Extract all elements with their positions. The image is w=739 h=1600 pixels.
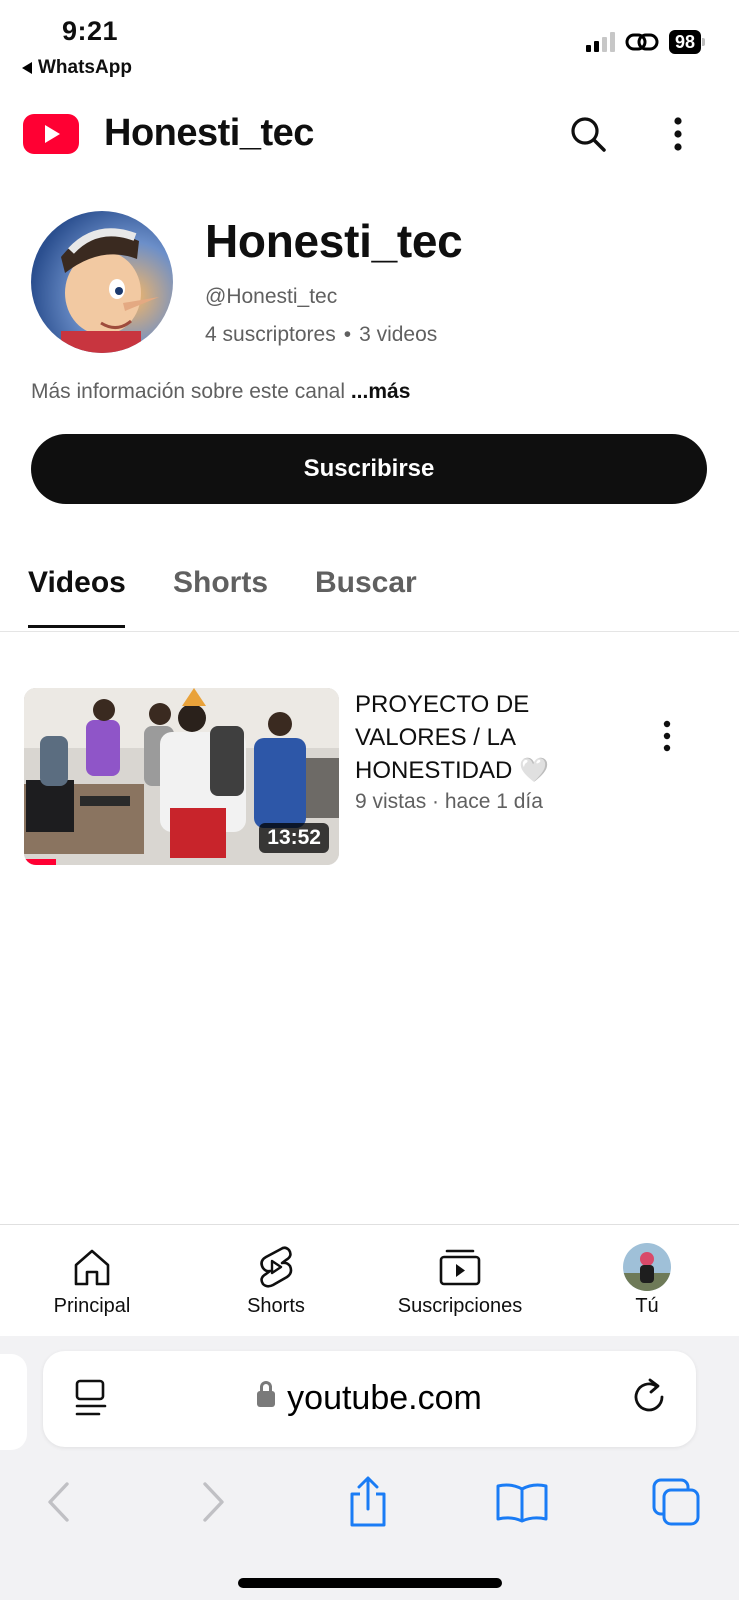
nav-you[interactable]: Tú [555, 1243, 739, 1318]
channel-avatar[interactable] [31, 211, 173, 353]
forward-button[interactable] [184, 1474, 244, 1530]
status-time: 9:21 [62, 16, 119, 46]
previous-tab-peek[interactable] [0, 1354, 27, 1450]
status-indicators: 98 [585, 30, 705, 54]
search-icon [571, 117, 606, 152]
address-bar[interactable]: youtube.com [43, 1351, 696, 1447]
bottom-navigation: Principal Shorts Suscripciones Tú [0, 1224, 739, 1336]
home-indicator [238, 1578, 502, 1588]
video-more-options-button[interactable] [652, 716, 682, 756]
nav-shorts-label: Shorts [247, 1295, 305, 1317]
subscriber-count: 4 suscriptores [205, 323, 336, 346]
video-duration: 13:52 [259, 823, 329, 853]
more-options-button[interactable] [656, 112, 700, 156]
youtube-logo-icon[interactable] [23, 114, 79, 154]
video-list-item[interactable]: 13:52 PROYECTO DE VALORES / LA HONESTIDA… [0, 688, 739, 868]
video-title[interactable]: PROYECTO DE VALORES / LA HONESTIDAD 🤍 [355, 688, 625, 787]
back-to-app-link[interactable]: WhatsApp [22, 57, 132, 79]
channel-name: Honesti_tec [205, 215, 463, 267]
lock-icon [257, 1381, 276, 1407]
bookmarks-button[interactable] [492, 1474, 552, 1530]
back-button[interactable] [28, 1474, 88, 1530]
share-button[interactable] [338, 1474, 398, 1530]
battery-level: 98 [668, 30, 701, 54]
more-link[interactable]: ...más [351, 380, 411, 403]
channel-handle: @Honesti_tec [205, 285, 338, 308]
battery-icon: 98 [668, 30, 705, 54]
video-count: 3 videos [359, 323, 438, 346]
header-title: Honesti_tec [104, 112, 314, 154]
tabs-icon [652, 1478, 700, 1526]
more-vert-icon [663, 720, 671, 752]
video-thumbnail[interactable]: 13:52 [24, 688, 339, 865]
channel-description[interactable]: Más información sobre este canal ...más [31, 380, 410, 404]
shorts-icon [260, 1246, 293, 1288]
browser-toolbar [0, 1454, 739, 1544]
reload-button[interactable] [630, 1377, 670, 1424]
stats-separator: • [343, 323, 352, 346]
video-meta: 9 vistas · hace 1 día [355, 790, 543, 813]
signal-icon [585, 32, 615, 52]
active-tab-indicator [28, 625, 125, 628]
chevron-right-icon [203, 1482, 224, 1522]
watch-progress-bar [24, 859, 56, 865]
nav-home-label: Principal [53, 1295, 131, 1317]
chevron-left-icon [48, 1482, 69, 1522]
back-app-label: WhatsApp [38, 57, 132, 78]
reload-icon [634, 1378, 664, 1412]
share-icon [350, 1476, 386, 1527]
personal-hotspot-icon [625, 33, 659, 51]
search-button[interactable] [566, 112, 610, 156]
subscribe-button[interactable]: Suscribirse [31, 434, 707, 504]
nav-home[interactable]: Principal [0, 1245, 184, 1318]
back-triangle-icon [22, 62, 32, 74]
avatar [623, 1243, 671, 1291]
home-icon [74, 1249, 110, 1286]
tabs-button[interactable] [646, 1474, 706, 1530]
app-header: Honesti_tec [0, 108, 739, 164]
url-display[interactable]: youtube.com [43, 1379, 696, 1418]
book-icon [496, 1483, 548, 1523]
channel-stats: 4 suscriptores • 3 videos [205, 323, 437, 347]
channel-tabs: Videos Shorts Buscar [0, 556, 739, 632]
more-vert-icon [674, 117, 682, 151]
nav-subscriptions-label: Suscripciones [397, 1295, 523, 1317]
tab-videos[interactable]: Videos [28, 566, 126, 600]
description-text: Más información sobre este canal [31, 380, 345, 403]
nav-shorts[interactable]: Shorts [184, 1245, 368, 1318]
nav-subscriptions[interactable]: Suscripciones [368, 1245, 552, 1318]
browser-chrome: youtube.com [0, 1336, 739, 1600]
tab-shorts[interactable]: Shorts [173, 566, 268, 600]
subscriptions-icon [439, 1249, 481, 1286]
url-text: youtube.com [287, 1379, 482, 1417]
nav-you-label: Tú [635, 1295, 659, 1317]
tab-search[interactable]: Buscar [315, 566, 417, 600]
